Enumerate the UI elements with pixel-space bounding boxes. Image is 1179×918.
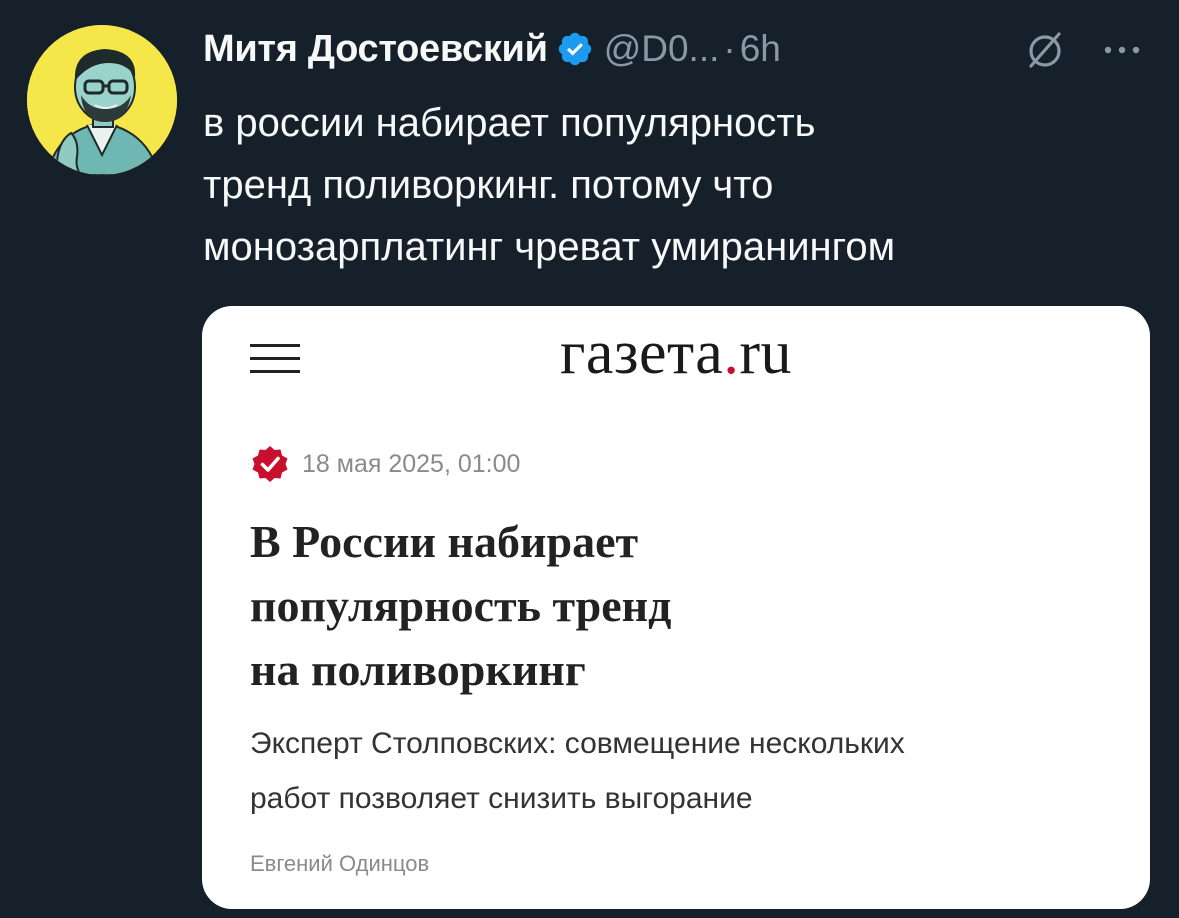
tweet: Митя Достоевский @D0... · 6h в россии на… bbox=[0, 0, 1179, 918]
article-title-line: на поливоркинг bbox=[250, 644, 586, 695]
verified-badge-icon bbox=[558, 32, 591, 66]
article-lead-line: работ позволяет снизить выгорание bbox=[250, 782, 753, 815]
article-title-line: В России набирает bbox=[250, 516, 639, 567]
site-logo-tld: ru bbox=[739, 319, 792, 387]
article-title: В России набирает популярность тренд на … bbox=[250, 510, 1070, 702]
separator-dot: · bbox=[723, 28, 736, 69]
article-meta: 18 мая 2025, 01:00 bbox=[250, 444, 520, 484]
avatar-illustration bbox=[27, 25, 177, 175]
tweet-media-image[interactable]: газета.ru 18 мая 2025, 01:00 В России на… bbox=[202, 306, 1150, 909]
article-lead-line: Эксперт Столповских: совмещение нескольк… bbox=[250, 727, 905, 760]
more-icon[interactable] bbox=[1098, 32, 1146, 68]
author-handle[interactable]: @D0... bbox=[604, 28, 720, 70]
tweet-text-line: монозарплатинг чреват умиранингом bbox=[203, 225, 896, 269]
grok-icon[interactable] bbox=[1023, 28, 1067, 72]
article-title-line: популярность тренд bbox=[250, 580, 672, 631]
tweet-time[interactable]: 6h bbox=[740, 28, 781, 70]
verified-check-badge-icon bbox=[252, 446, 288, 482]
author-name[interactable]: Митя Достоевский bbox=[203, 28, 548, 71]
site-logo-main: газета bbox=[560, 319, 724, 387]
tweet-text-line: тренд поливоркинг. потому что bbox=[203, 163, 774, 207]
tweet-header: Митя Достоевский @D0... · 6h bbox=[203, 24, 781, 74]
site-logo-dot: . bbox=[723, 319, 740, 387]
avatar[interactable] bbox=[27, 25, 177, 175]
tweet-text: в россии набирает популярность тренд пол… bbox=[203, 92, 1153, 278]
tweet-text-line: в россии набирает популярность bbox=[203, 101, 816, 145]
article-lead: Эксперт Столповских: совмещение нескольк… bbox=[250, 716, 1110, 826]
site-logo: газета.ru bbox=[202, 318, 1150, 389]
article-date: 18 мая 2025, 01:00 bbox=[302, 449, 521, 478]
article-author: Евгений Одинцов bbox=[250, 851, 430, 876]
